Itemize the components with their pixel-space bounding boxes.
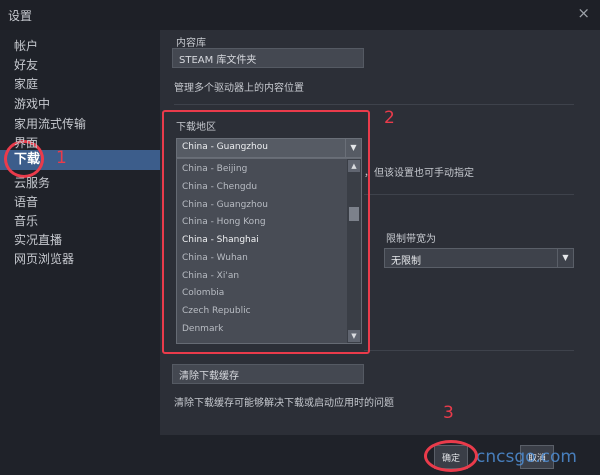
sidebar-item-voice[interactable]: 语音 (14, 193, 38, 210)
download-region-hint: ，但该设置也可手动指定 (364, 168, 474, 179)
settings-sidebar: 帐户 好友 家庭 游戏中 家用流式传输 界面 下载 云服务 语音 音乐 实况直播… (0, 30, 160, 435)
clear-download-cache-button[interactable]: 清除下载缓存 (172, 364, 364, 384)
title-bar: 设置 × (0, 0, 600, 30)
annotation-step-1: 1 (56, 148, 67, 168)
bandwidth-limit-label: 限制带宽为 (386, 234, 436, 245)
annotation-step-3: 3 (443, 403, 454, 423)
library-heading: 内容库 (176, 38, 206, 49)
annotation-ok-circle (424, 440, 478, 472)
close-icon[interactable]: × (577, 4, 590, 22)
sidebar-item-web-browser[interactable]: 网页浏览器 (14, 250, 74, 267)
sidebar-item-music[interactable]: 音乐 (14, 212, 38, 229)
library-description: 管理多个驱动器上的内容位置 (174, 83, 304, 94)
sidebar-item-interface[interactable]: 界面 (14, 134, 38, 151)
sidebar-item-friends[interactable]: 好友 (14, 56, 38, 73)
sidebar-item-home-streaming[interactable]: 家用流式传输 (14, 115, 86, 132)
sidebar-item-account[interactable]: 帐户 (14, 37, 38, 54)
sidebar-item-broadcasting[interactable]: 实况直播 (14, 231, 62, 248)
sidebar-item-family[interactable]: 家庭 (14, 75, 38, 92)
separator (364, 194, 574, 195)
chevron-down-icon[interactable]: ▼ (557, 249, 573, 267)
separator (364, 350, 574, 351)
steam-library-folders-button[interactable]: STEAM 库文件夹 (172, 48, 364, 68)
sidebar-item-in-game[interactable]: 游戏中 (14, 95, 50, 112)
clear-cache-description: 清除下载缓存可能够解决下载或启动应用时的问题 (174, 398, 394, 409)
separator (174, 104, 574, 105)
watermark: cncsgo.com (476, 447, 577, 467)
annotation-step-2: 2 (384, 108, 395, 128)
window-title: 设置 (8, 9, 33, 23)
bandwidth-limit-select[interactable]: 无限制 ▼ (384, 248, 574, 268)
annotation-region-box (162, 110, 370, 354)
bandwidth-limit-value: 无限制 (391, 256, 421, 267)
sidebar-item-cloud[interactable]: 云服务 (14, 174, 50, 191)
